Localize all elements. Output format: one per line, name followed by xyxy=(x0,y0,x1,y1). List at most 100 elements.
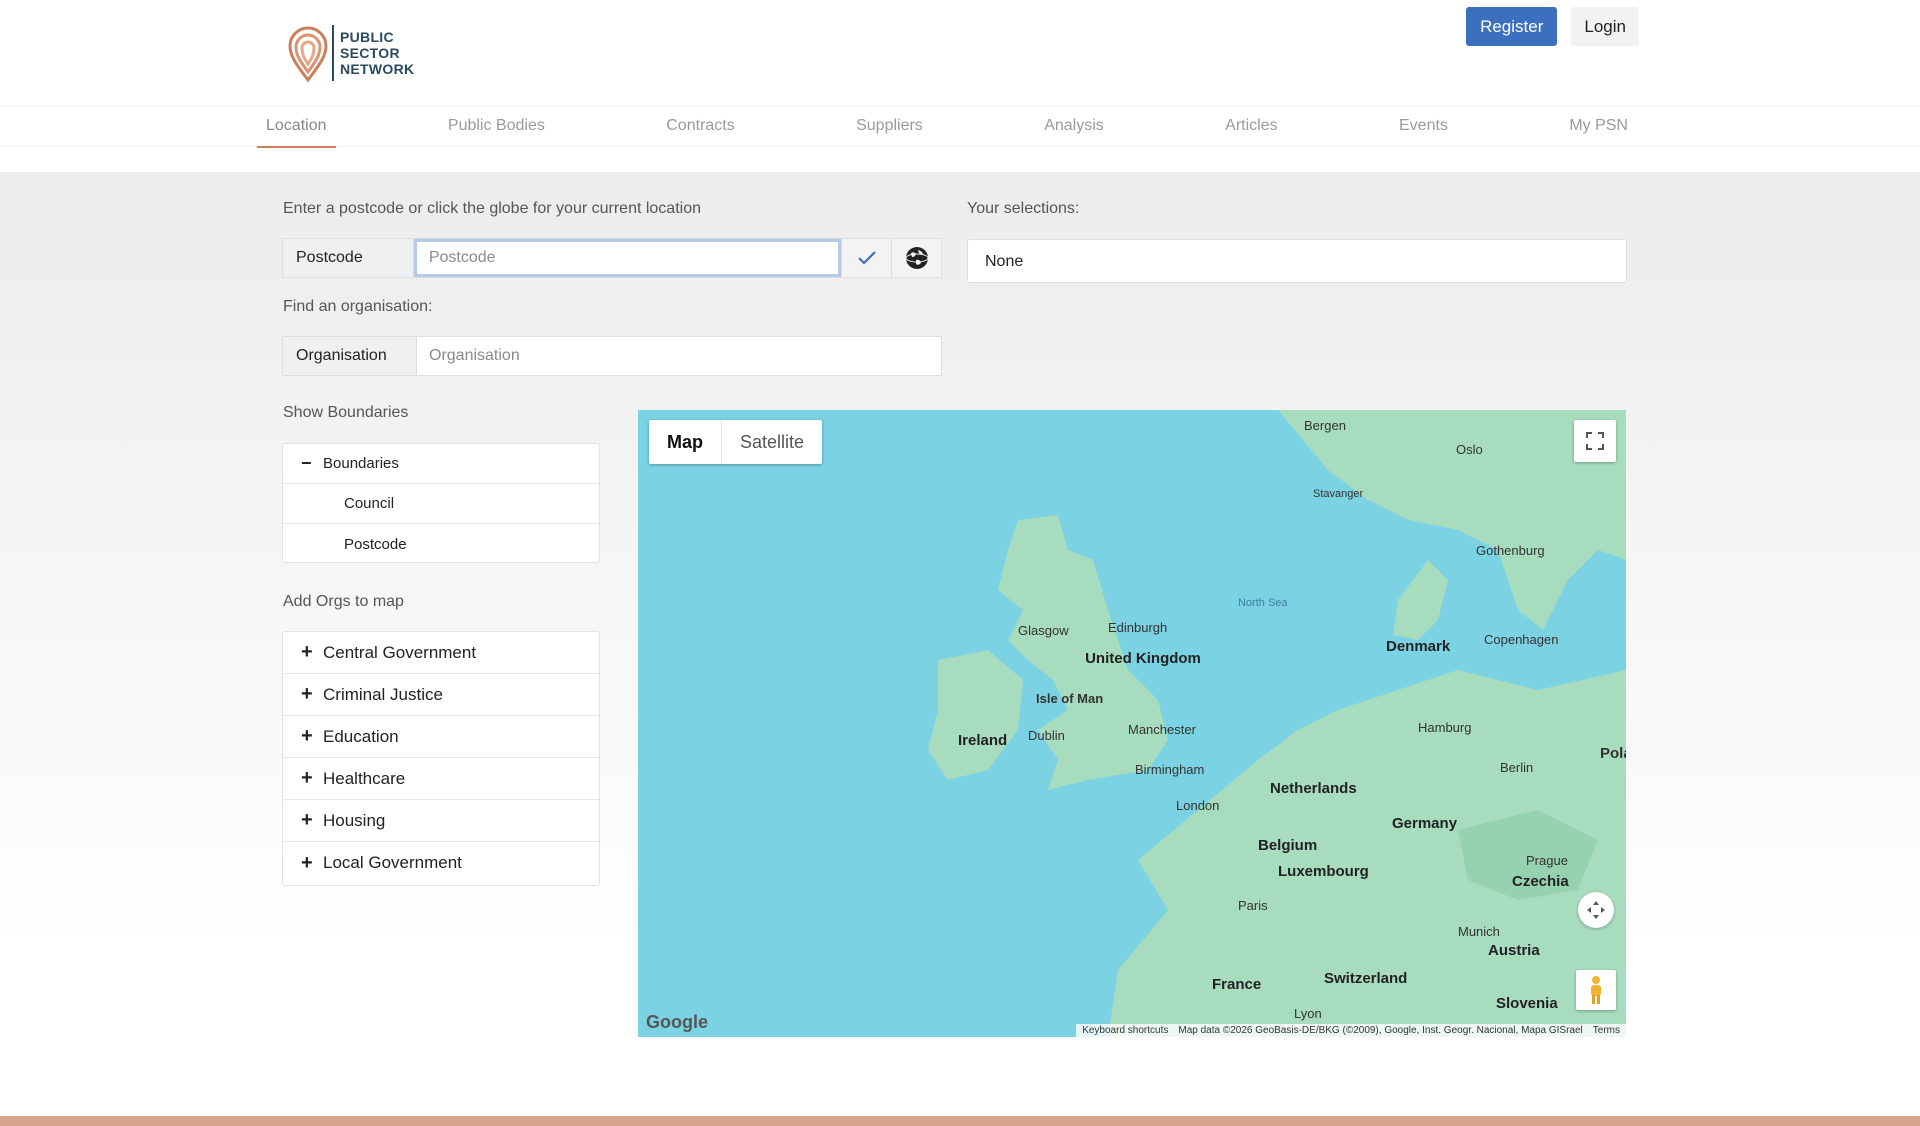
map-label-munich: Munich xyxy=(1458,924,1500,939)
org-criminal-justice[interactable]: + Criminal Justice xyxy=(283,674,599,716)
map-label-manchester: Manchester xyxy=(1128,722,1196,737)
add-orgs-heading: Add Orgs to map xyxy=(283,593,404,610)
selections-value: None xyxy=(967,239,1627,283)
map-label-ireland: Ireland xyxy=(958,732,1008,749)
login-button[interactable]: Login xyxy=(1571,7,1639,46)
logo-divider xyxy=(332,25,334,81)
boundary-council[interactable]: Council xyxy=(283,484,599,524)
footer-accent-line xyxy=(0,1116,1920,1126)
fullscreen-icon xyxy=(1586,432,1604,450)
current-location-globe-button[interactable] xyxy=(891,239,941,277)
boundaries-root-label: Boundaries xyxy=(323,455,399,472)
org-label: Housing xyxy=(323,810,386,830)
map-label-glasgow: Glasgow xyxy=(1018,623,1069,638)
org-healthcare[interactable]: + Healthcare xyxy=(283,758,599,800)
map-label-copenhagen: Copenhagen xyxy=(1484,632,1559,647)
map-label-birmingham: Birmingham xyxy=(1135,762,1205,777)
organisation-input-group: Organisation xyxy=(282,336,942,376)
location-pin-logo-icon xyxy=(288,26,328,82)
nav-articles[interactable]: Articles xyxy=(1216,107,1286,147)
org-housing[interactable]: + Housing xyxy=(283,800,599,842)
selections-label: Your selections: xyxy=(967,200,1080,217)
nav-suppliers[interactable]: Suppliers xyxy=(847,107,932,147)
map-label-pola: Pola xyxy=(1600,745,1626,762)
globe-icon xyxy=(905,247,929,269)
fullscreen-button[interactable] xyxy=(1574,420,1616,462)
plus-icon: + xyxy=(301,809,313,831)
nav-my-psn[interactable]: My PSN xyxy=(1560,107,1637,147)
nav-public-bodies[interactable]: Public Bodies xyxy=(439,107,554,147)
show-boundaries-heading: Show Boundaries xyxy=(283,404,409,421)
nav-location[interactable]: Location xyxy=(257,107,336,148)
map-label-luxembourg: Luxembourg xyxy=(1278,863,1369,880)
org-label: Local Government xyxy=(323,853,462,872)
map-label-paris: Paris xyxy=(1238,898,1268,913)
map-label-prague: Prague xyxy=(1526,853,1568,868)
map-label-dublin: Dublin xyxy=(1028,728,1065,743)
map-attribution: Keyboard shortcuts Map data ©2026 GeoBas… xyxy=(1076,1024,1626,1037)
confirm-postcode-button[interactable] xyxy=(841,239,892,277)
map-type-map-button[interactable]: Map xyxy=(649,420,721,464)
pan-arrows-icon xyxy=(1587,901,1605,919)
nav-analysis[interactable]: Analysis xyxy=(1035,107,1113,147)
plus-icon: + xyxy=(301,641,313,663)
map-label-gothenburg: Gothenburg xyxy=(1476,543,1545,558)
map-label-belgium: Belgium xyxy=(1258,837,1318,854)
map-data-credit: Map data ©2026 GeoBasis-DE/BKG (©2009), … xyxy=(1178,1025,1583,1036)
orgs-list: + Central Government + Criminal Justice + E… xyxy=(282,631,600,886)
org-education[interactable]: + Education xyxy=(283,716,599,758)
logo-line-2: SECTOR xyxy=(340,45,400,61)
psn-logo[interactable]: PUBLIC SECTOR NETWORK xyxy=(286,24,414,82)
boundaries-root[interactable]: − Boundaries xyxy=(283,444,599,484)
map-label-france: France xyxy=(1212,976,1262,993)
map-label-slovenia: Slovenia xyxy=(1496,995,1558,1012)
organisation-addon-label: Organisation xyxy=(283,337,417,375)
map-label-austria: Austria xyxy=(1488,942,1540,959)
google-logo: Google xyxy=(646,1012,708,1032)
map-label-denmark: Denmark xyxy=(1386,638,1451,655)
org-label: Criminal Justice xyxy=(323,684,443,704)
postcode-input[interactable] xyxy=(413,239,842,277)
plus-icon: + xyxy=(301,851,313,874)
map-label-czechia: Czechia xyxy=(1512,873,1569,890)
camera-control-button[interactable] xyxy=(1578,892,1614,928)
map-label-united-kingdom: United Kingdom xyxy=(1085,650,1201,667)
map-label-edinburgh: Edinburgh xyxy=(1108,620,1168,635)
map-label-switzerland: Switzerland xyxy=(1324,970,1408,987)
register-button[interactable]: Register xyxy=(1466,7,1558,46)
auth-buttons: Register Login xyxy=(1466,7,1639,46)
checkmark-icon xyxy=(857,251,876,265)
map-label-isle-of-man: Isle of Man xyxy=(1036,691,1104,706)
map-label-oslo: Oslo xyxy=(1456,442,1483,457)
org-label: Healthcare xyxy=(323,768,406,788)
boundary-postcode[interactable]: Postcode xyxy=(283,524,599,564)
nav-events[interactable]: Events xyxy=(1390,107,1457,147)
map-label-london: London xyxy=(1176,798,1220,813)
find-organisation-label: Find an organisation: xyxy=(283,298,433,315)
map-label-berlin: Berlin xyxy=(1500,760,1534,775)
postcode-addon-label: Postcode xyxy=(283,239,414,277)
logo-line-1: PUBLIC xyxy=(340,29,394,45)
org-label: Central Government xyxy=(323,642,477,662)
plus-icon: + xyxy=(301,683,313,705)
keyboard-shortcuts-link[interactable]: Keyboard shortcuts xyxy=(1082,1025,1168,1036)
minus-icon: − xyxy=(301,453,312,473)
map-label-bergen: Bergen xyxy=(1304,418,1346,433)
map-label-hamburg: Hamburg xyxy=(1418,720,1472,735)
google-map[interactable]: Map Satellite Bergen Oslo Stavanger Goth… xyxy=(638,410,1626,1037)
org-label: Education xyxy=(323,726,399,746)
org-local-government[interactable]: + Local Government xyxy=(283,842,599,884)
site-header: PUBLIC SECTOR NETWORK Register Login xyxy=(0,0,1920,106)
boundaries-tree: − Boundaries Council Postcode xyxy=(282,443,600,563)
terms-link[interactable]: Terms xyxy=(1593,1025,1620,1036)
org-central-government[interactable]: + Central Government xyxy=(283,632,599,674)
street-view-pegman-button[interactable] xyxy=(1576,970,1616,1010)
map-label-netherlands: Netherlands xyxy=(1270,780,1357,797)
organisation-input[interactable] xyxy=(417,337,941,375)
logo-line-3: NETWORK xyxy=(340,61,415,77)
map-label-north-sea: North Sea xyxy=(1238,597,1288,609)
pegman-icon xyxy=(1591,976,1601,1004)
map-label-lyon: Lyon xyxy=(1294,1006,1322,1021)
nav-contracts[interactable]: Contracts xyxy=(657,107,743,147)
map-type-satellite-button[interactable]: Satellite xyxy=(721,420,822,464)
